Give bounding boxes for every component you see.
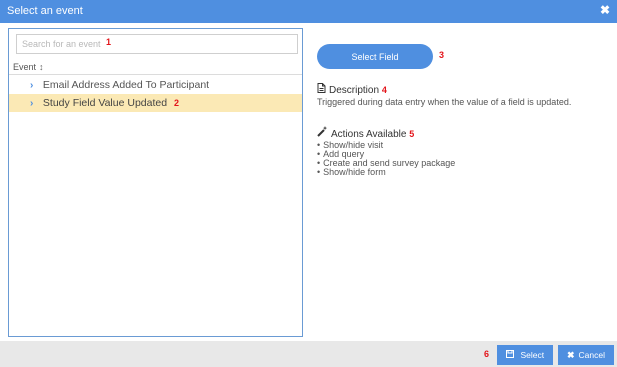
actions-list: Show/hide visit Add query Create and sen… xyxy=(317,141,455,177)
chevron-right-icon: › xyxy=(30,98,34,109)
event-list-panel: 1 Event↕ › Email Address Added To Partic… xyxy=(8,28,303,337)
actions-heading-label: Actions Available xyxy=(331,129,407,140)
actions-heading: Actions Available 5 xyxy=(317,126,414,140)
description-heading-label: Description xyxy=(329,85,380,96)
column-header-label: Event xyxy=(13,62,37,72)
annotation-marker-6: 6 xyxy=(484,349,490,359)
sort-icon[interactable]: ↕ xyxy=(39,62,44,72)
save-icon xyxy=(505,350,517,360)
magic-wand-icon xyxy=(317,126,328,140)
annotation-marker-1: 1 xyxy=(106,37,112,47)
dialog-footer: 6 Select ✖ Cancel xyxy=(0,341,617,367)
close-icon[interactable]: ✖ xyxy=(600,3,610,17)
annotation-marker-5: 5 xyxy=(409,129,415,139)
select-button-label: Select xyxy=(520,350,545,360)
list-item[interactable]: › Email Address Added To Participant xyxy=(9,76,302,94)
cancel-button-label: Cancel xyxy=(578,349,605,360)
dialog-title: Select an event xyxy=(7,5,83,17)
event-list: › Email Address Added To Participant › S… xyxy=(9,76,302,112)
cancel-button[interactable]: ✖ Cancel xyxy=(558,345,614,365)
chevron-right-icon: › xyxy=(30,80,34,91)
list-item-label: Email Address Added To Participant xyxy=(42,79,210,91)
select-field-button[interactable]: Select Field xyxy=(317,44,433,69)
description-heading: Description 4 xyxy=(317,83,387,96)
select-button[interactable]: Select xyxy=(497,345,553,365)
list-item-selected[interactable]: › Study Field Value Updated 2 xyxy=(9,94,302,112)
close-icon: ✖ xyxy=(566,349,575,360)
search-input[interactable] xyxy=(16,34,298,54)
action-item: Show/hide form xyxy=(317,168,455,177)
annotation-marker-4: 4 xyxy=(381,85,387,95)
dialog-titlebar: Select an event ✖ xyxy=(0,0,617,23)
list-item-label: Study Field Value Updated xyxy=(42,97,168,109)
document-icon xyxy=(317,83,326,96)
annotation-marker-3: 3 xyxy=(439,50,445,60)
description-text: Triggered during data entry when the val… xyxy=(317,97,572,107)
event-column-header[interactable]: Event ↕ xyxy=(9,59,302,75)
annotation-marker-2: 2 xyxy=(173,98,179,108)
